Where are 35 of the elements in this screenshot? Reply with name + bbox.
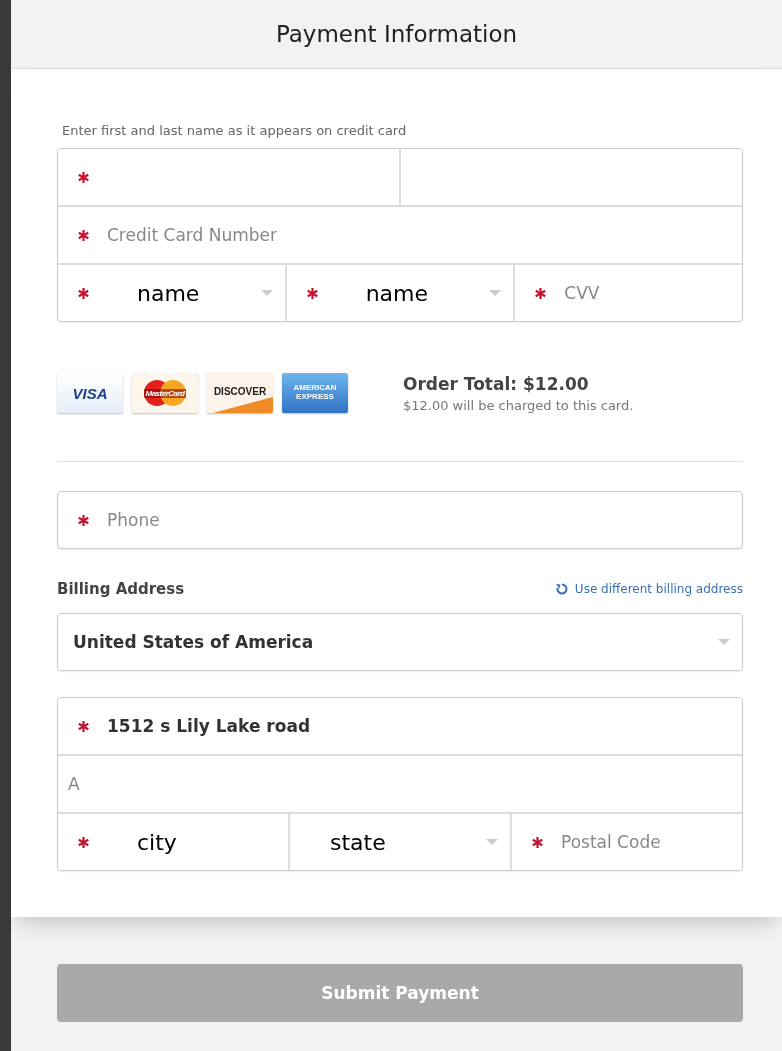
input-field[interactable]: Postal Code (510, 814, 742, 870)
card-logo: AMERICAN EXPRESS (282, 373, 348, 413)
select-field[interactable]: name (58, 265, 285, 321)
input-field[interactable]: CVV (513, 265, 742, 321)
page-title: Payment Information (275, 21, 518, 47)
name-hint: Enter first and last name as it appears on credit card (62, 123, 408, 138)
phone-field[interactable]: Phone (57, 491, 743, 549)
caret-icon (486, 839, 498, 845)
order-total: Order Total: $12.00 (403, 373, 590, 394)
select-field[interactable]: state (288, 814, 510, 870)
required-icon (78, 229, 89, 241)
billing-address-link[interactable]: Use different billing address (555, 582, 743, 596)
required-icon (78, 720, 89, 732)
country-select[interactable]: United States of America (57, 613, 743, 671)
charge-note: $12.00 will be charged to this card. (403, 397, 634, 413)
input-field[interactable]: 1512 s Lily Lake road (58, 698, 742, 754)
required-icon (535, 287, 547, 299)
billing-label: Billing Address (57, 580, 185, 598)
required-icon (78, 514, 89, 526)
refresh-icon (555, 583, 568, 595)
caret-icon (718, 639, 730, 645)
input-field[interactable]: Credit Card Number (58, 207, 742, 263)
required-icon (78, 171, 89, 183)
input-field[interactable]: A (58, 756, 742, 812)
required-icon (78, 287, 89, 299)
required-icon (532, 836, 543, 848)
required-icon (78, 836, 89, 848)
required-icon (306, 287, 318, 299)
input-field[interactable]: city (58, 814, 288, 870)
caret-icon (489, 290, 502, 296)
card-logo: MasterCard (132, 373, 198, 413)
caret-icon (260, 290, 273, 296)
card-logo: VISA (57, 373, 123, 413)
card-logo: DISCOVER (207, 373, 273, 413)
select-field[interactable]: name (284, 265, 514, 321)
